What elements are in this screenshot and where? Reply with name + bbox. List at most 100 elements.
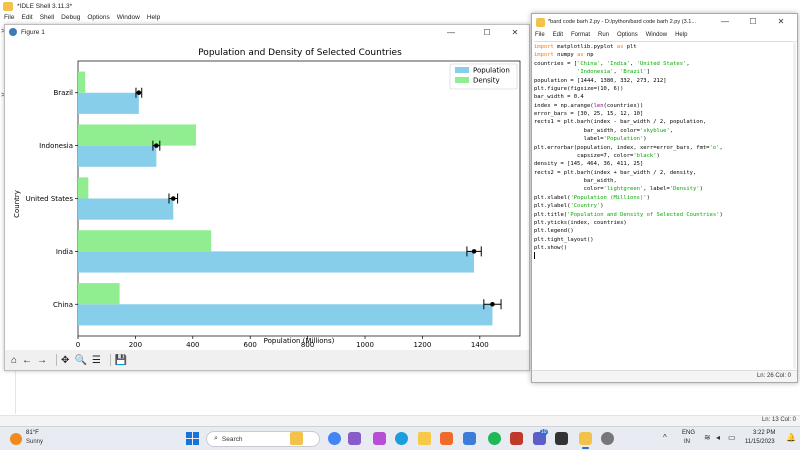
code-line[interactable]: label='Population') [534, 135, 797, 143]
menu-options[interactable]: Options [87, 14, 109, 21]
back-icon[interactable]: ← [22, 355, 32, 366]
menu-edit[interactable]: Edit [553, 32, 563, 38]
chart-title: Population and Density of Selected Count… [198, 48, 402, 58]
python-idle-icon[interactable] [579, 432, 592, 449]
pan-icon[interactable]: ✥ [61, 355, 69, 366]
legend-label-density: Density [473, 77, 500, 85]
menu-window[interactable]: Window [646, 32, 667, 38]
notification-bell-icon[interactable]: 🔔 [786, 433, 796, 442]
code-line[interactable]: plt.xlabel('Population (Millions)') [534, 194, 797, 202]
code-line[interactable]: rects2 = plt.barh(index + bar_width / 2,… [534, 169, 797, 177]
population-bar-india [78, 251, 475, 273]
code-line[interactable]: bar_width, [534, 177, 797, 185]
menu-debug[interactable]: Debug [61, 14, 80, 21]
code-line[interactable]: plt.title('Population and Density of Sel… [534, 211, 797, 219]
menu-shell[interactable]: Shell [40, 14, 54, 21]
toolbar-separator [109, 354, 111, 366]
y-axis-label: Country [13, 190, 21, 218]
code-line[interactable]: density = [145, 464, 36, 411, 25] [534, 160, 797, 168]
legend-swatch-density [455, 77, 469, 83]
search-icon: ⌕ [214, 435, 218, 442]
battery-icon[interactable]: ▭ [728, 433, 736, 442]
code-line[interactable] [534, 252, 797, 260]
minimize-button[interactable]: — [433, 25, 469, 39]
weather-condition[interactable]: Sunny [26, 439, 43, 445]
app-icon[interactable] [348, 432, 361, 445]
code-line[interactable]: rects1 = plt.barh(index - bar_width / 2,… [534, 118, 797, 126]
chevron-up-icon[interactable]: ^ [663, 433, 667, 442]
editor-status: Ln: 26 Col: 0 [756, 373, 791, 379]
menu-help[interactable]: Help [147, 14, 160, 21]
code-line[interactable]: plt.errorbar(population, index, xerr=err… [534, 144, 797, 152]
menu-window[interactable]: Window [117, 14, 140, 21]
x-tick-label: 1000 [356, 341, 374, 349]
code-line[interactable]: import numpy as np [534, 51, 797, 59]
spotify-icon[interactable] [488, 432, 501, 445]
y-tick-label: Indonesia [39, 142, 73, 150]
code-editor[interactable]: import matplotlib.pyplot as plt import nu… [534, 41, 797, 369]
menu-help[interactable]: Help [675, 32, 687, 38]
figure-window: Figure 1 — ☐ ✕ Population and Density of… [4, 24, 530, 371]
population-bar-indonesia [78, 145, 157, 167]
chrome-icon[interactable] [328, 432, 341, 445]
menu-run[interactable]: Run [598, 32, 609, 38]
idle-shell-status: Ln: 13 Col: 0 [761, 417, 796, 423]
legend: Population Density [449, 63, 518, 90]
app-icon[interactable] [555, 432, 568, 445]
code-line[interactable]: countries = ['China', 'India', 'United S… [534, 60, 797, 68]
weather-temperature[interactable]: 81°F [26, 430, 39, 436]
start-button[interactable] [186, 432, 199, 445]
pdf-reader-icon[interactable] [510, 432, 523, 445]
code-line[interactable]: color='lightgreen', label='Density') [534, 185, 797, 193]
maximize-button[interactable]: ☐ [738, 14, 768, 28]
code-line[interactable]: plt.show() [534, 244, 797, 252]
code-line[interactable]: plt.ylabel('Country') [534, 202, 797, 210]
edge-icon[interactable] [395, 432, 408, 445]
forward-icon[interactable]: → [37, 355, 47, 366]
code-line[interactable]: capsize=7, color='black') [534, 152, 797, 160]
file-explorer-icon[interactable] [290, 432, 303, 445]
clock-date[interactable]: 11/15/2023 [745, 439, 775, 445]
y-tick-label: United States [26, 195, 74, 203]
menu-file[interactable]: File [535, 32, 545, 38]
home-icon[interactable]: ⌂ [11, 355, 17, 366]
close-button[interactable]: ✕ [766, 14, 796, 28]
code-line[interactable]: plt.legend() [534, 227, 797, 235]
save-icon[interactable]: 💾 [115, 355, 127, 366]
code-line[interactable]: plt.yticks(index, countries) [534, 219, 797, 227]
menu-options[interactable]: Options [617, 32, 638, 38]
menu-edit[interactable]: Edit [21, 14, 32, 21]
search-placeholder: Search [221, 435, 243, 443]
notification-badge: 10 [540, 429, 548, 435]
settings-icon[interactable] [601, 432, 614, 445]
minimize-button[interactable]: — [710, 14, 740, 28]
code-line[interactable]: error_bars = [30, 25, 15, 12, 10] [534, 110, 797, 118]
close-button[interactable]: ✕ [497, 25, 533, 39]
wifi-icon[interactable]: ≋ [704, 433, 711, 442]
code-line[interactable]: plt.tight_layout() [534, 236, 797, 244]
app-icon[interactable] [373, 432, 386, 445]
zoom-icon[interactable]: 🔍 [74, 355, 86, 366]
code-line[interactable]: bar_width = 0.4 [534, 93, 797, 101]
clock-time[interactable]: 3:22 PM [753, 430, 775, 436]
windows-security-icon[interactable] [463, 432, 476, 445]
menu-format[interactable]: Format [571, 32, 590, 38]
population-bar-brazil [78, 92, 139, 114]
sun-icon[interactable] [10, 433, 22, 445]
editor-scrollbar[interactable] [793, 41, 796, 369]
configure-icon[interactable]: ☰ [92, 355, 101, 366]
code-line[interactable]: import matplotlib.pyplot as plt [534, 43, 797, 51]
region-indicator[interactable]: IN [684, 439, 690, 445]
code-line[interactable]: index = np.arange(len(countries)) [534, 102, 797, 110]
menu-file[interactable]: File [4, 14, 14, 21]
editor-window: *bard code barh 2.py - D:/python/bard co… [531, 13, 798, 383]
code-line[interactable]: bar_width, color='skyblue', [534, 127, 797, 135]
volume-icon[interactable]: ◂ [716, 433, 720, 442]
code-line[interactable]: 'Indonesia', 'Brazil'] [534, 68, 797, 76]
density-bar-brazil [78, 71, 86, 93]
folder-icon[interactable] [418, 432, 431, 445]
brave-icon[interactable] [440, 432, 453, 445]
language-indicator[interactable]: ENG [682, 430, 695, 436]
code-line[interactable]: plt.figure(figsize=(10, 6)) [534, 85, 797, 93]
code-line[interactable]: population = [1444, 1380, 332, 273, 212] [534, 77, 797, 85]
